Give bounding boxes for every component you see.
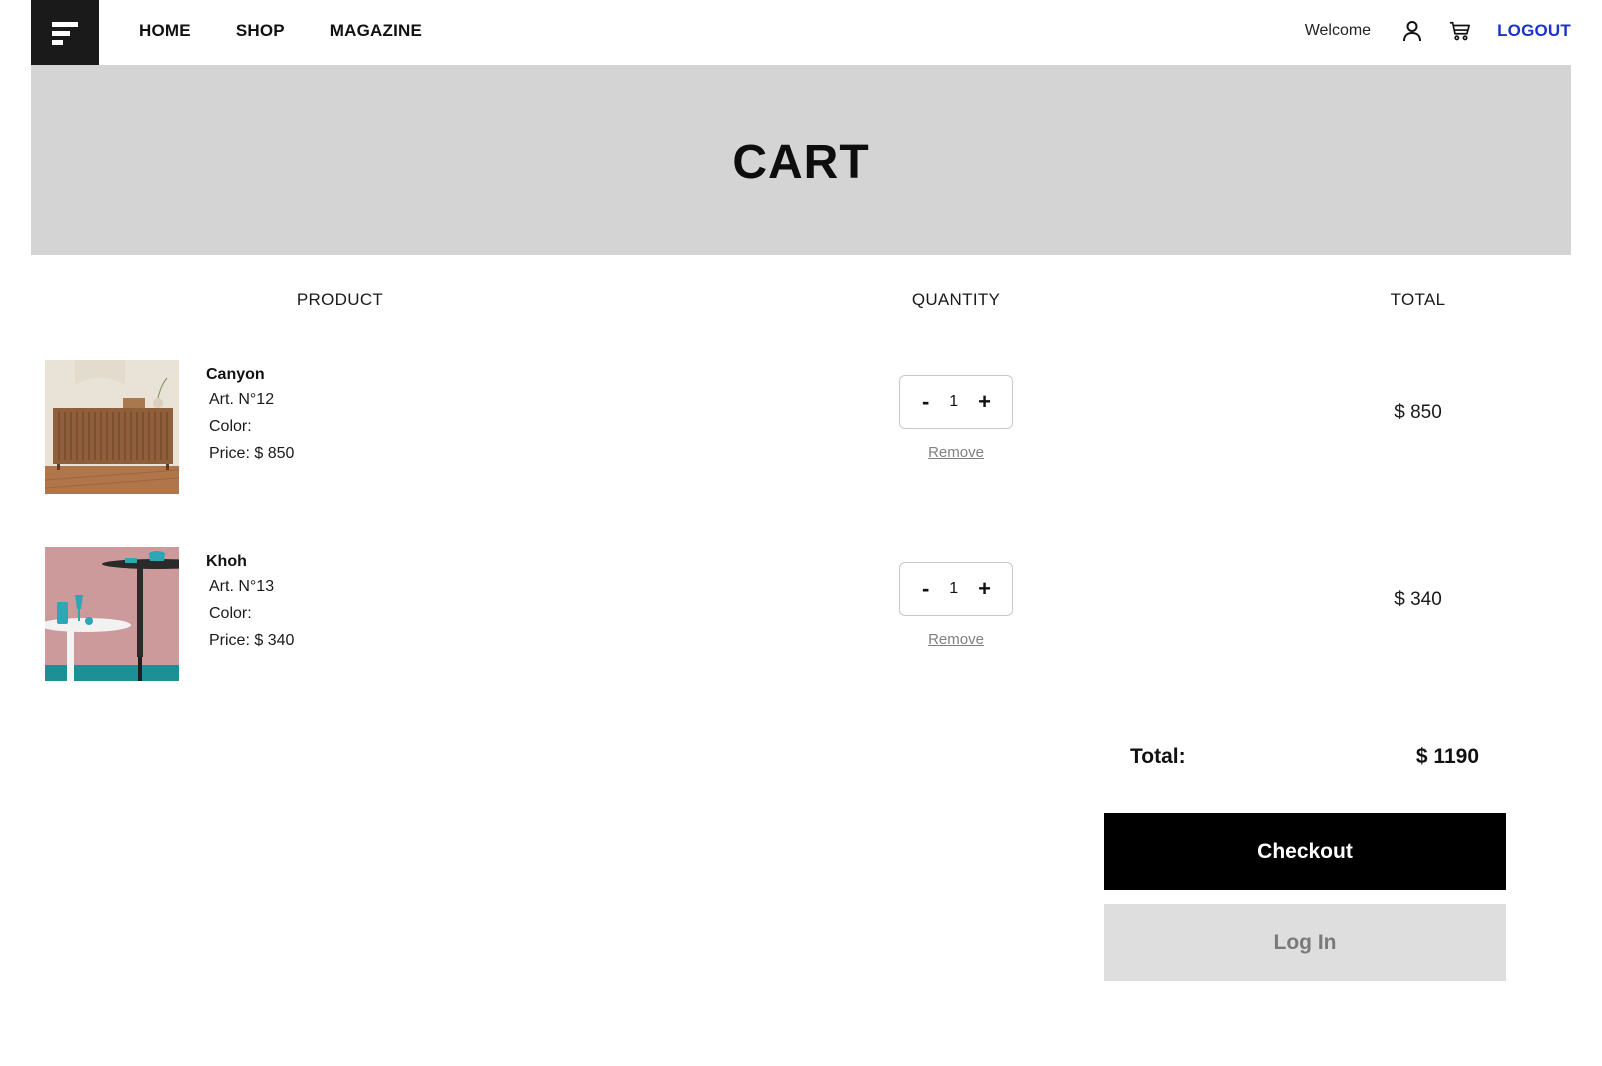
product-name[interactable]: Khoh (206, 553, 294, 571)
product-article: Art. N°13 (209, 578, 275, 595)
decrement-button[interactable]: - (922, 391, 929, 413)
menu-lines-icon (52, 21, 78, 45)
quantity-stepper: - 1 + (899, 562, 1013, 616)
nav-magazine-link[interactable]: MAGAZINE (330, 21, 422, 41)
remove-link[interactable]: Remove (928, 631, 984, 648)
welcome-text: Welcome (1304, 21, 1372, 39)
product-name[interactable]: Canyon (206, 366, 294, 384)
logo[interactable] (31, 0, 99, 65)
column-header-quantity: QUANTITY (911, 290, 1001, 309)
main-nav: HOME SHOP MAGAZINE (139, 0, 467, 61)
cart-total-label: Total: (1130, 745, 1186, 768)
quantity-value: 1 (949, 393, 959, 410)
cart-row: Khoh Art. N°13 Color: Price: $ 340 - 1 +… (0, 547, 1602, 681)
product-color: Color: (209, 418, 252, 435)
user-icon[interactable] (1401, 19, 1423, 43)
product-price: Price: $ 850 (209, 445, 295, 462)
decrement-button[interactable]: - (922, 578, 929, 600)
product-price: Price: $ 340 (209, 632, 295, 649)
cart-banner: CART (31, 65, 1571, 255)
nav-shop-link[interactable]: SHOP (236, 21, 285, 41)
product-info: Canyon Art. N°12 Color: Price: $ 850 (206, 366, 294, 472)
cart-row: Canyon Art. N°12 Color: Price: $ 850 - 1… (0, 360, 1602, 494)
product-image-khoh[interactable] (45, 547, 179, 681)
column-header-product: PRODUCT (296, 290, 384, 309)
increment-button[interactable]: + (978, 578, 991, 600)
header-actions: Welcome LOGOUT (1305, 0, 1571, 61)
quantity-stepper: - 1 + (899, 375, 1013, 429)
product-color: Color: (209, 605, 252, 622)
increment-button[interactable]: + (978, 391, 991, 413)
cart-icon[interactable] (1449, 19, 1471, 43)
cart-total-value: $ 1190 (1415, 745, 1479, 768)
column-header-total: TOTAL (1390, 290, 1446, 309)
nav-home-link[interactable]: HOME (139, 21, 191, 41)
page-title: CART (732, 135, 870, 189)
product-image-canyon[interactable] (45, 360, 179, 494)
quantity-value: 1 (949, 580, 959, 597)
remove-link[interactable]: Remove (928, 444, 984, 461)
login-button[interactable]: Log In (1104, 904, 1506, 981)
line-total: $ 850 (1394, 402, 1442, 423)
line-total: $ 340 (1394, 589, 1442, 610)
checkout-button[interactable]: Checkout (1104, 813, 1506, 890)
product-article: Art. N°12 (209, 391, 275, 408)
logout-link[interactable]: LOGOUT (1497, 21, 1571, 41)
product-info: Khoh Art. N°13 Color: Price: $ 340 (206, 553, 294, 659)
